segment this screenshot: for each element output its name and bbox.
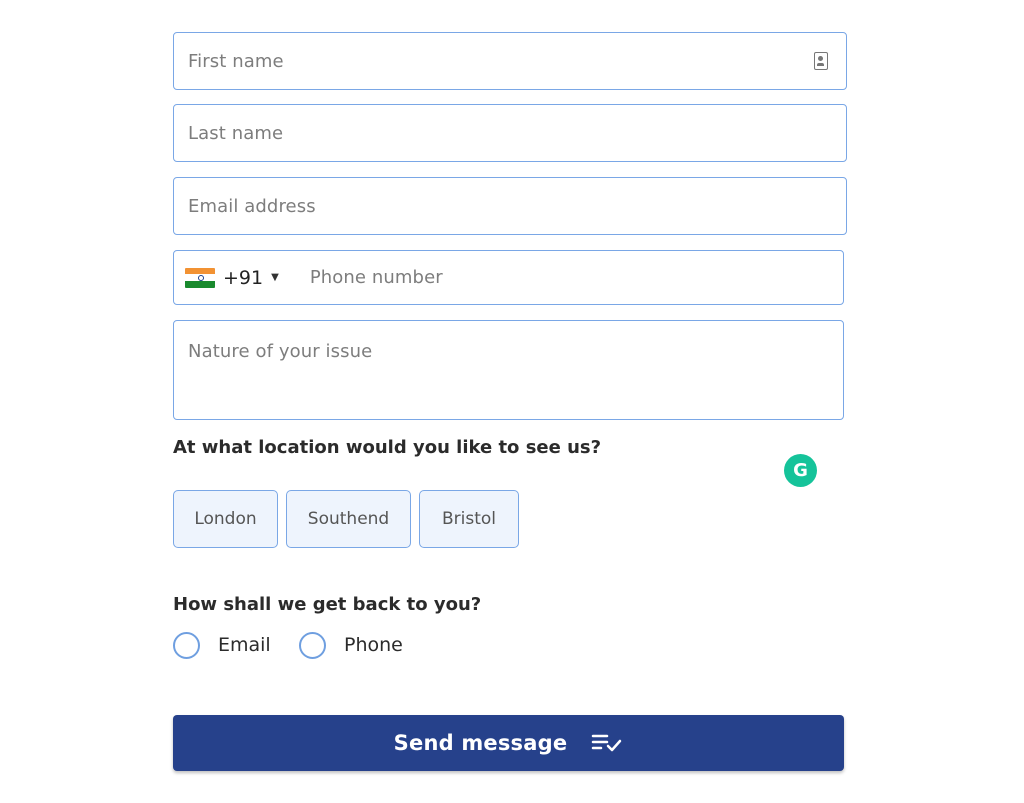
radio-circle[interactable] bbox=[299, 631, 326, 659]
india-flag-icon bbox=[185, 267, 215, 288]
email-placeholder: Email address bbox=[188, 195, 316, 217]
contact-card-icon[interactable] bbox=[814, 52, 828, 70]
country-code-selector[interactable]: +91 ▼ bbox=[174, 251, 293, 304]
location-option-bristol[interactable]: Bristol bbox=[419, 490, 519, 548]
caret-down-icon: ▼ bbox=[271, 272, 279, 283]
country-dial-code: +91 bbox=[223, 266, 264, 289]
last-name-field[interactable]: Last name bbox=[173, 104, 847, 162]
issue-textarea[interactable]: Nature of your issue bbox=[173, 320, 844, 420]
first-name-field[interactable]: First name bbox=[173, 32, 847, 90]
email-field[interactable]: Email address bbox=[173, 177, 847, 235]
send-message-button[interactable]: Send message bbox=[173, 715, 844, 771]
list-check-icon bbox=[592, 734, 622, 752]
phone-field[interactable]: +91 ▼ Phone number bbox=[173, 250, 844, 305]
location-option-london[interactable]: London bbox=[173, 490, 278, 548]
send-button-label: Send message bbox=[393, 731, 568, 755]
phone-placeholder: Phone number bbox=[309, 267, 443, 288]
last-name-placeholder: Last name bbox=[188, 122, 284, 144]
contact-radio-email[interactable]: Email bbox=[173, 630, 271, 660]
first-name-placeholder: First name bbox=[188, 50, 284, 72]
contact-question: How shall we get back to you? bbox=[173, 594, 482, 615]
radio-label-phone: Phone bbox=[344, 634, 403, 656]
location-question: At what location would you like to see u… bbox=[173, 437, 602, 458]
radio-circle[interactable] bbox=[173, 631, 200, 659]
issue-placeholder: Nature of your issue bbox=[188, 341, 373, 362]
contact-radio-phone[interactable]: Phone bbox=[299, 630, 403, 660]
contact-form: First name Last name Email address +91 ▼… bbox=[0, 0, 1024, 803]
radio-label-email: Email bbox=[218, 634, 271, 656]
location-option-southend[interactable]: Southend bbox=[286, 490, 411, 548]
grammarly-icon[interactable]: G bbox=[784, 454, 817, 487]
